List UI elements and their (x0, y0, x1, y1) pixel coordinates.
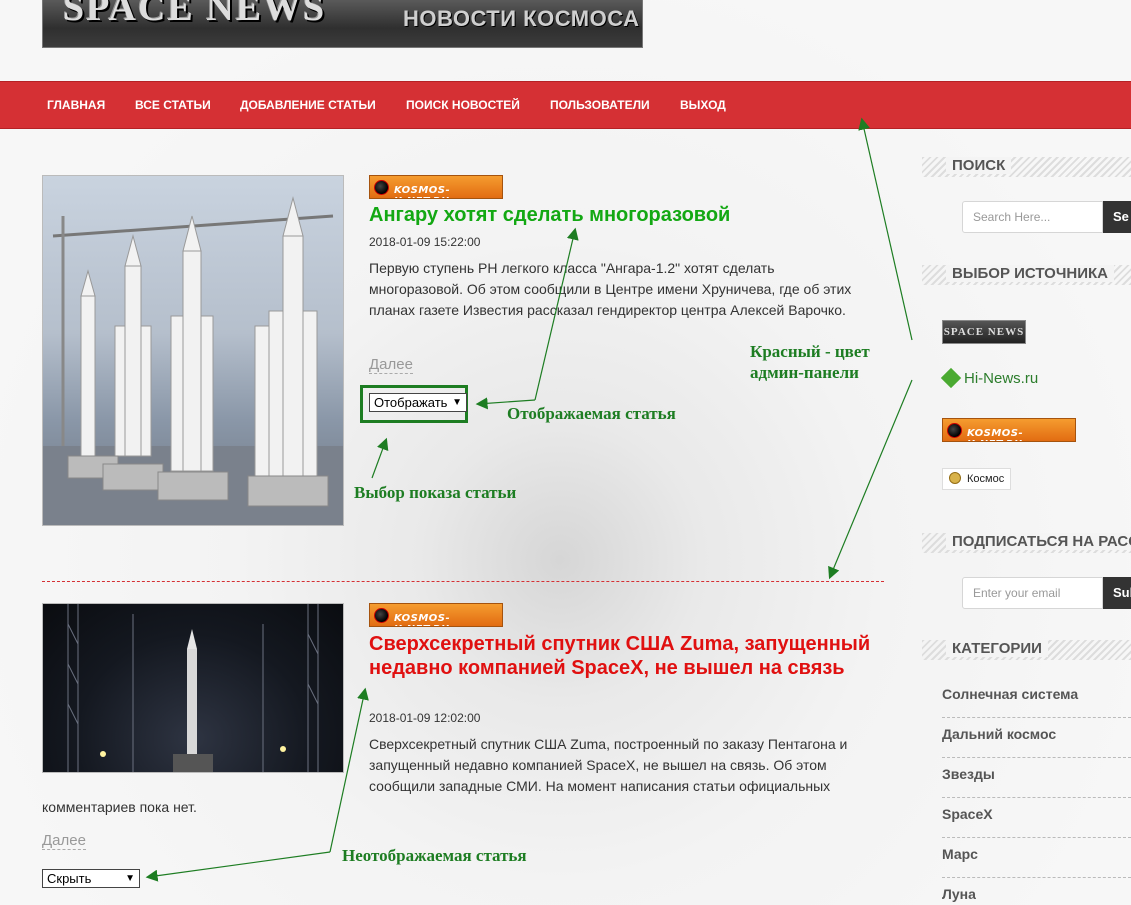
source-hi-news[interactable]: Hi-News.ru (940, 367, 1039, 393)
sidebar-heading-label: ПОИСК (946, 157, 1012, 174)
planet-icon (949, 472, 961, 484)
hi-news-cube-icon (940, 367, 962, 389)
category-item[interactable]: Звезды (942, 758, 1131, 798)
sidebar-heading-subscribe: ПОДПИСАТЬСЯ НА РАСС (922, 533, 1131, 553)
source-label: Hi-News.ru (964, 370, 1039, 387)
sidebar-heading-label: ПОДПИСАТЬСЯ НА РАСС (946, 533, 1131, 550)
sidebar-heading-search: ПОИСК (922, 157, 1131, 177)
category-item[interactable]: SpaceX (942, 798, 1131, 838)
sidebar-heading-label: ВЫБОР ИСТОЧНИКА (946, 265, 1114, 282)
category-item[interactable]: Солнечная система (942, 678, 1131, 718)
email-field[interactable]: Enter your email (962, 577, 1103, 609)
source-label: Космос (967, 473, 1005, 485)
source-cosmos[interactable]: Космос (942, 468, 1012, 490)
sidebar-heading-label: КАТЕГОРИИ (946, 640, 1048, 657)
sidebar-heading-categories: КАТЕГОРИИ (922, 640, 1131, 660)
category-item[interactable]: Дальний космос (942, 718, 1131, 758)
search-button[interactable]: Se (1103, 201, 1131, 233)
subscribe-button[interactable]: Sub (1103, 577, 1131, 609)
source-kosmos-x[interactable]: KOSMOS-X.NET.RU (942, 418, 1076, 442)
kosmos-logo-icon (947, 423, 962, 438)
search-input[interactable]: Search Here... (962, 201, 1103, 233)
sidebar-heading-sources: ВЫБОР ИСТОЧНИКА (922, 265, 1131, 285)
category-item[interactable]: Луна (942, 878, 1131, 905)
category-item[interactable]: Марс (942, 838, 1131, 878)
source-space-news[interactable]: SPACE NEWS (942, 320, 1026, 344)
